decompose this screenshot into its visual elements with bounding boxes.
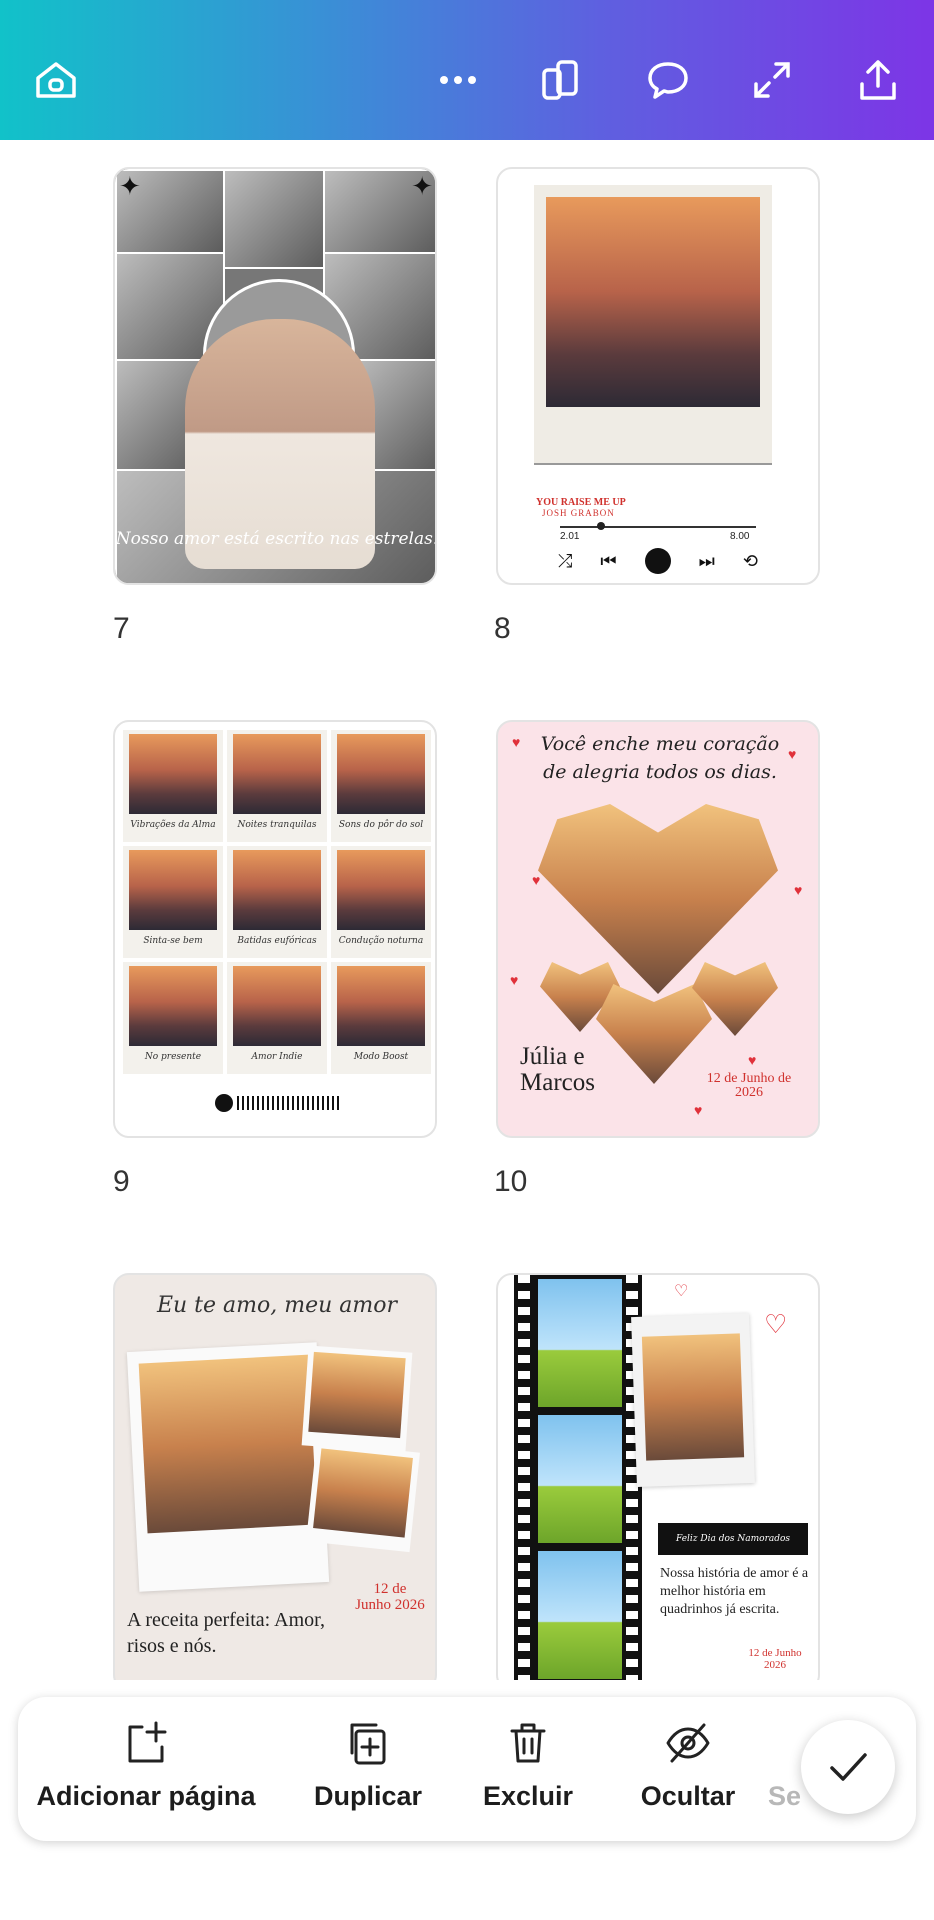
page-thumbnail-8[interactable]: YOU RAISE ME UP JOSH GRABON 2.01 8.00 ⤮ … [496,167,820,585]
more-actions-label: Se [768,1781,802,1811]
page-11-date: 12 de Junho 2026 [355,1581,425,1613]
trash-icon [510,1723,546,1763]
page-10-title: Você enche meu coração de alegria todos … [540,733,780,783]
hide-label: Ocultar [640,1781,736,1811]
comment-icon[interactable] [638,50,698,110]
previous-icon: ⏮ [600,550,617,571]
couple-photo [313,1448,413,1538]
playlist-label: Condução noturna [338,936,424,946]
playlist-label: Vibrações da Alma [130,820,216,830]
playlist-label: Amor Indie [251,1052,303,1062]
song-title: YOU RAISE ME UP [536,497,626,508]
playlist-label: Sinta-se bem [143,936,203,946]
player-controls: ⤮ ⏮ ⏭ ⟲ [558,547,758,575]
page-number-7: 7 [113,612,130,645]
duplicate-button[interactable]: Duplicar [288,1697,448,1841]
shuffle-icon: ⤮ [558,550,573,571]
playlist-label: Modo Boost [353,1052,409,1062]
delete-button[interactable]: Excluir [458,1697,598,1841]
expand-icon[interactable] [742,50,802,110]
page-number-9: 9 [113,1165,130,1198]
add-page-label: Adicionar página [36,1781,256,1811]
time-start: 2.01 [560,531,580,542]
pages-grid: Nosso amor está escrito nas estrelas. ✦ … [0,140,934,1680]
page-12-date: 12 de Junho 2026 [748,1647,802,1671]
home-icon[interactable] [26,50,86,110]
page-number-10: 10 [494,1165,528,1198]
progress-bar [560,526,756,528]
playlist-label: Batidas eufóricas [237,936,317,946]
song-artist: JOSH GRABON [542,508,615,518]
spotify-code [215,1092,339,1114]
page-10-date: 12 de Junho de 2026 [706,1071,792,1100]
page-thumbnail-9[interactable]: Vibrações da Alma Noites tranquilas Sons… [113,720,437,1138]
page-7-caption: Nosso amor está escrito nas estrelas. [115,529,437,549]
duplicate-icon [350,1723,386,1765]
couple-photo [641,1333,745,1461]
spotify-icon [215,1094,233,1112]
playlist-label: Sons do pôr do sol [338,820,424,830]
page-thumbnail-7[interactable]: Nosso amor está escrito nas estrelas. ✦ … [113,167,437,585]
page-12-banner: Feliz Dia dos Namorados [658,1523,808,1555]
playlist-label: Noites tranquilas [237,820,317,830]
check-icon [830,1753,867,1781]
page-thumbnail-11[interactable]: Eu te amo, meu amor A receita perfeita: … [113,1273,437,1680]
star-icon: ✦ [411,171,433,201]
page-thumbnail-10[interactable]: Você enche meu coração de alegria todos … [496,720,820,1138]
page-12-text: Nossa história de amor é a melhor histór… [660,1566,809,1617]
next-icon: ⏭ [698,550,715,571]
playlist-label: No presente [144,1052,202,1062]
couple-photo [138,1354,318,1534]
time-end: 8.00 [730,531,750,542]
hide-button[interactable]: Ocultar [618,1697,758,1841]
done-button[interactable] [801,1720,895,1814]
duplicate-label: Duplicar [313,1781,423,1811]
top-toolbar [0,0,934,140]
add-page-icon [128,1721,167,1763]
star-icon: ✦ [119,171,141,201]
add-page-button[interactable]: Adicionar página [36,1697,256,1841]
page-actions-bar: Adicionar página Duplicar Excluir Oculta… [18,1697,916,1841]
heart-photo [538,804,778,994]
progress-knob [597,522,605,530]
pages-icon[interactable] [532,50,592,110]
couple-photo [546,197,760,407]
more-icon[interactable] [428,50,488,110]
couple-photo [308,1351,406,1439]
page-11-title: Eu te amo, meu amor [156,1293,398,1318]
eye-off-icon [666,1723,710,1763]
play-icon [644,548,671,574]
page-11-quote: A receita perfeita: Amor, risos e nós. [127,1609,325,1657]
share-icon[interactable] [848,50,908,110]
page-thumbnail-12[interactable]: Feliz Dia dos Namorados Nossa história d… [496,1273,820,1680]
page-number-8: 8 [494,612,511,645]
delete-label: Excluir [482,1781,574,1811]
couple-names: Júlia e Marcos [520,1043,595,1096]
repeat-icon: ⟲ [742,550,758,571]
